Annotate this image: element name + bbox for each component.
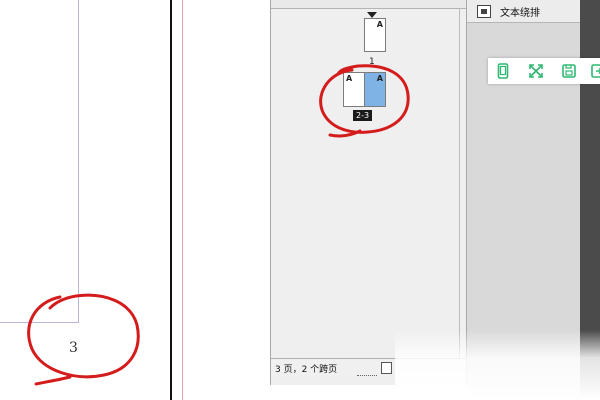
bleed-guide bbox=[182, 0, 183, 400]
text-wrap-label: 文本绕排 bbox=[500, 8, 540, 19]
master-prefix-label: A bbox=[376, 74, 383, 83]
page-1-thumbnail[interactable]: A bbox=[364, 18, 386, 52]
page-number: 3 bbox=[69, 340, 78, 356]
pages-panel[interactable]: A 1 A A 2-3 3 页，2 个跨页 bbox=[270, 0, 467, 385]
export-icon[interactable] bbox=[589, 61, 600, 81]
page-2-thumbnail[interactable]: A bbox=[343, 72, 365, 107]
page-margin-guide bbox=[78, 0, 79, 323]
new-page-icon[interactable] bbox=[381, 362, 392, 374]
floating-toolbar bbox=[488, 58, 600, 84]
master-pages-section[interactable] bbox=[271, 0, 466, 9]
panel-scrollbar-edge bbox=[459, 8, 460, 358]
page-count-status: 3 页，2 个跨页 bbox=[275, 365, 338, 375]
master-prefix-label: A bbox=[346, 74, 353, 83]
page-1-label: 1 bbox=[369, 57, 375, 67]
fullscreen-icon[interactable] bbox=[526, 61, 546, 81]
page-edge bbox=[170, 0, 172, 400]
document-canvas[interactable]: 3 bbox=[0, 0, 270, 400]
resize-grip-icon[interactable] bbox=[357, 375, 377, 379]
mobile-icon[interactable] bbox=[493, 61, 513, 81]
page-3-thumbnail[interactable]: A bbox=[364, 72, 386, 107]
text-wrap-icon bbox=[477, 5, 491, 18]
save-icon[interactable] bbox=[559, 61, 579, 81]
page-margin-guide-bottom bbox=[0, 322, 79, 323]
master-prefix-label: A bbox=[376, 20, 383, 29]
watermark-fade bbox=[395, 330, 600, 400]
text-wrap-tab[interactable]: 文本绕排 bbox=[467, 0, 580, 23]
spread-2-3-label: 2-3 bbox=[353, 110, 373, 121]
